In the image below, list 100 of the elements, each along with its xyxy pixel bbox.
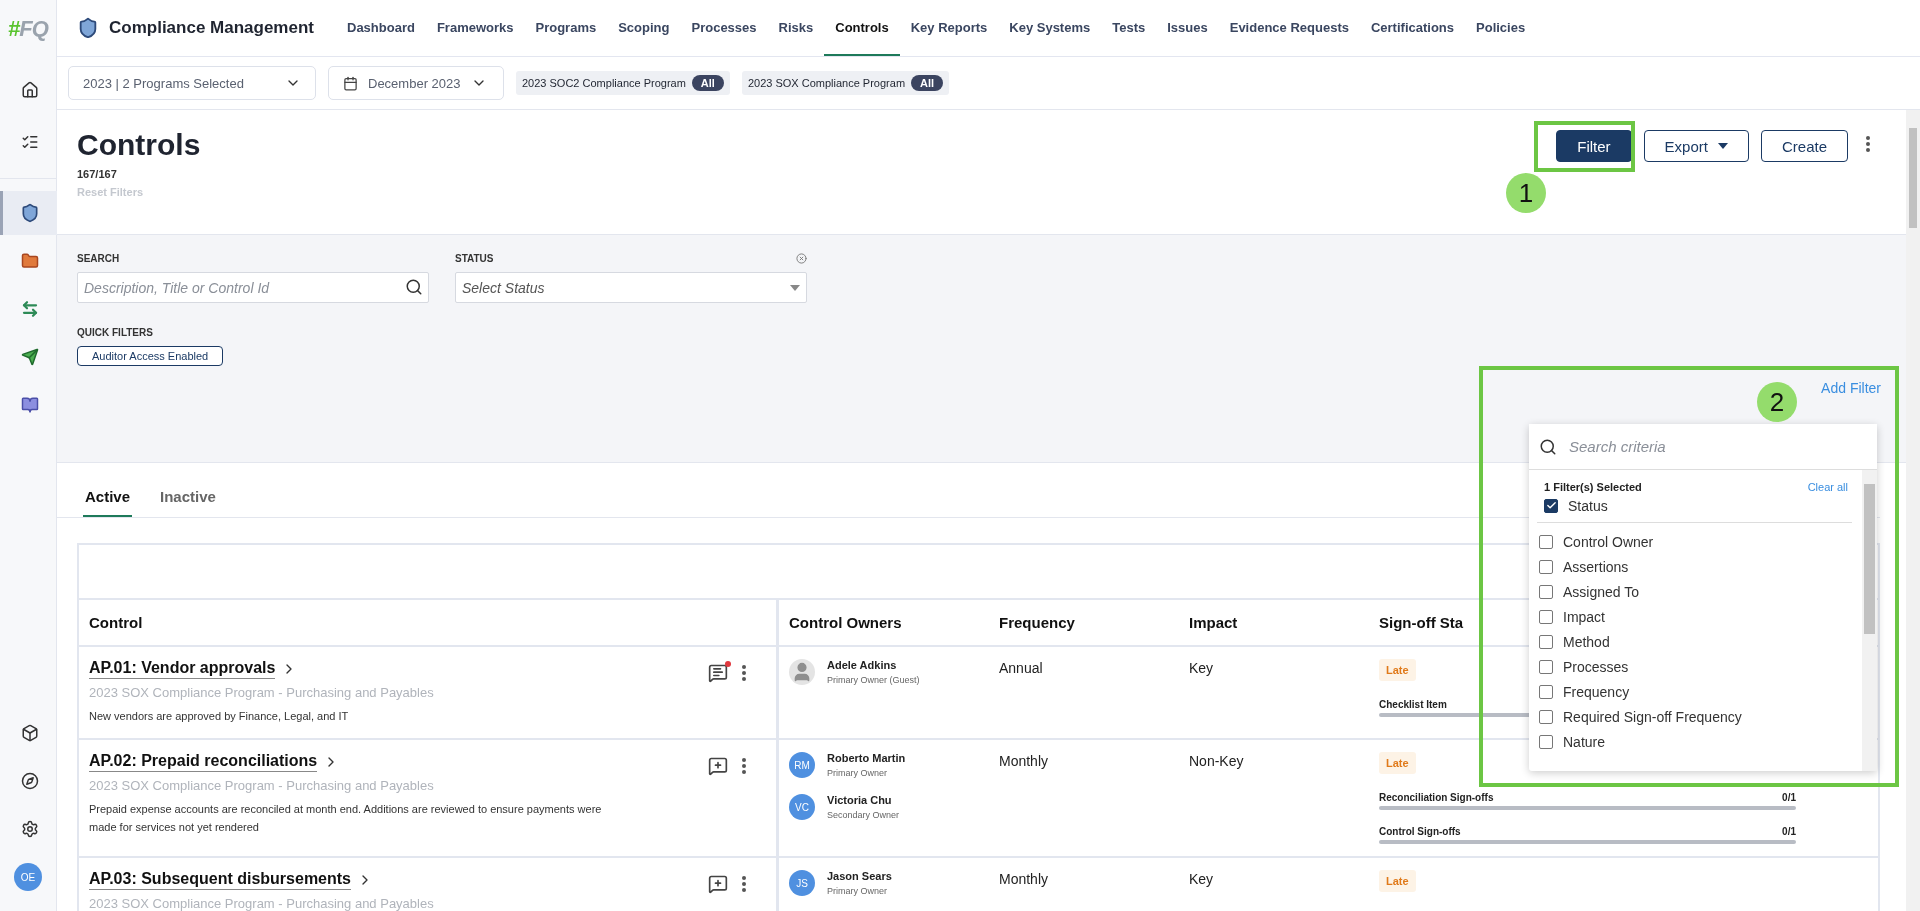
status-badge: Late (1379, 752, 1416, 774)
control-description: Prepaid expense accounts are reconciled at month end. Additions are reviewed to ensure payments were made for services not yet rendered (89, 802, 603, 835)
owner-name: Roberto Martin (827, 752, 906, 764)
owner-role: Primary Owner (827, 886, 888, 896)
quick-filter-chip[interactable]: Auditor Access Enabled (77, 346, 224, 366)
tab[interactable]: Active (83, 488, 133, 517)
checkbox[interactable] (1539, 709, 1553, 724)
owner-name: Victoria Chu (827, 794, 893, 806)
compass-icon (20, 772, 39, 790)
program-name: 2023 SOC2 Compliance Program (522, 77, 686, 89)
checkbox[interactable] (1539, 734, 1553, 749)
impact-text: Key (1189, 660, 1214, 676)
user-avatar: VC (789, 794, 815, 820)
nav-tab[interactable]: Tests (1101, 0, 1157, 56)
column-header: Frequency (989, 600, 1179, 647)
column-header: Control Owners (779, 600, 989, 647)
criteria-option[interactable]: Required Sign-off Frequency (1537, 704, 1852, 729)
filter-button[interactable]: Filter (1556, 130, 1632, 162)
shield-icon (77, 17, 99, 39)
user-avatar: RM (789, 752, 815, 778)
tab[interactable]: Inactive (158, 488, 218, 517)
criteria-option[interactable]: Status (1537, 493, 1852, 518)
nav-tab[interactable]: Certifications (1359, 0, 1465, 56)
signoff-count: 0/1 (1782, 792, 1796, 803)
sync-icon (20, 300, 39, 318)
menu-scrollbar[interactable] (1862, 470, 1877, 771)
criteria-option[interactable]: Processes (1537, 654, 1852, 679)
search-icon (405, 278, 423, 296)
owner-role: Primary Owner (Guest) (827, 675, 920, 685)
checkbox[interactable] (1539, 609, 1553, 624)
nav-tab[interactable]: Key Systems (998, 0, 1102, 56)
nav-tab[interactable]: Controls (824, 0, 900, 56)
more-options-button[interactable] (742, 876, 746, 892)
sidebar-item[interactable] (0, 191, 57, 235)
more-options-button[interactable] (742, 665, 746, 681)
nav-tab[interactable]: Issues (1156, 0, 1219, 56)
criteria-option[interactable]: Control Owner (1537, 529, 1852, 554)
nav-tab[interactable]: Frameworks (425, 0, 525, 56)
control-description: New vendors are approved by Finance, Legal, and IT (89, 709, 350, 724)
signoff-count: 0/1 (1782, 826, 1796, 837)
cube-icon (20, 724, 39, 742)
owner-name: Jason Sears (827, 870, 892, 882)
signoff-label: Checklist Item (1379, 699, 1447, 710)
checkbox[interactable] (1539, 584, 1553, 599)
clear-icon[interactable] (796, 253, 807, 264)
clear-all-link[interactable]: Clear all (1807, 481, 1848, 493)
nav-tab[interactable]: Dashboard (336, 0, 426, 56)
create-button[interactable]: Create (1760, 130, 1848, 162)
search-field[interactable]: Description, Title or Control Id (77, 272, 429, 303)
criteria-option[interactable]: Frequency (1537, 679, 1852, 704)
checkbox[interactable] (1539, 684, 1553, 699)
owner-role: Secondary Owner (827, 810, 900, 820)
all-badge: All (691, 75, 724, 91)
nav-tab[interactable]: Scoping (607, 0, 681, 56)
criteria-option[interactable]: Impact (1537, 604, 1852, 629)
checkbox[interactable] (1539, 559, 1553, 574)
checkbox[interactable] (1544, 498, 1558, 513)
checkbox[interactable] (1539, 659, 1553, 674)
control-title-link[interactable]: AP.03: Subsequent disbursements (89, 870, 351, 890)
criteria-option[interactable]: Nature (1537, 729, 1852, 754)
checkbox[interactable] (1539, 634, 1553, 649)
filters-selected-text: 1 Filter(s) Selected (1544, 481, 1642, 493)
status-select[interactable]: Select Status (455, 272, 807, 303)
add-comment-button[interactable] (708, 756, 728, 776)
more-vertical-icon (742, 665, 746, 681)
home-icon (20, 81, 39, 99)
tasks-icon (20, 133, 39, 151)
nav-tab[interactable]: Processes (680, 0, 768, 56)
status-badge: Late (1379, 659, 1416, 681)
control-title-link[interactable]: AP.01: Vendor approvals (89, 659, 276, 679)
book-icon (20, 396, 39, 414)
checkbox[interactable] (1539, 534, 1553, 549)
program-text: 2023 SOX Compliance Program - Purchasing and Payables (89, 778, 435, 793)
column-header: Impact (1179, 600, 1369, 647)
program-select[interactable]: 2023 | 2 Programs Selected (68, 66, 316, 100)
nav-tab[interactable]: Risks (767, 0, 825, 56)
owner-role: Primary Owner (827, 768, 888, 778)
period-select[interactable]: December 2023 (328, 66, 504, 100)
criteria-search-field[interactable]: Search criteria (1529, 424, 1877, 470)
nav-tab[interactable]: Policies (1465, 0, 1537, 56)
frequency-text: Monthly (999, 871, 1049, 887)
caret-icon (790, 284, 800, 291)
impact-text: Key (1189, 871, 1214, 887)
more-options-button[interactable] (742, 758, 746, 774)
more-vertical-icon (1866, 136, 1870, 152)
callout-number: 1 (1506, 173, 1546, 213)
search-label: SEARCH (77, 253, 120, 264)
nav-tab[interactable]: Evidence Requests (1218, 0, 1360, 56)
add-comment-button[interactable] (708, 874, 728, 894)
program-text: 2023 SOX Compliance Program - Purchasing and Payables (89, 896, 434, 911)
export-button[interactable]: Export (1643, 130, 1749, 162)
control-title-link[interactable]: AP.02: Prepaid reconciliations (89, 752, 318, 772)
comment-notification-button[interactable] (708, 663, 728, 683)
user-silhouette-avatar (789, 659, 815, 685)
nav-tab[interactable]: Programs (524, 0, 608, 56)
nav-tab[interactable]: Key Reports (899, 0, 999, 56)
criteria-option[interactable]: Assertions (1537, 554, 1852, 579)
search-icon (1539, 438, 1557, 456)
scrollbar[interactable] (1906, 110, 1920, 911)
folder-icon (20, 252, 39, 270)
